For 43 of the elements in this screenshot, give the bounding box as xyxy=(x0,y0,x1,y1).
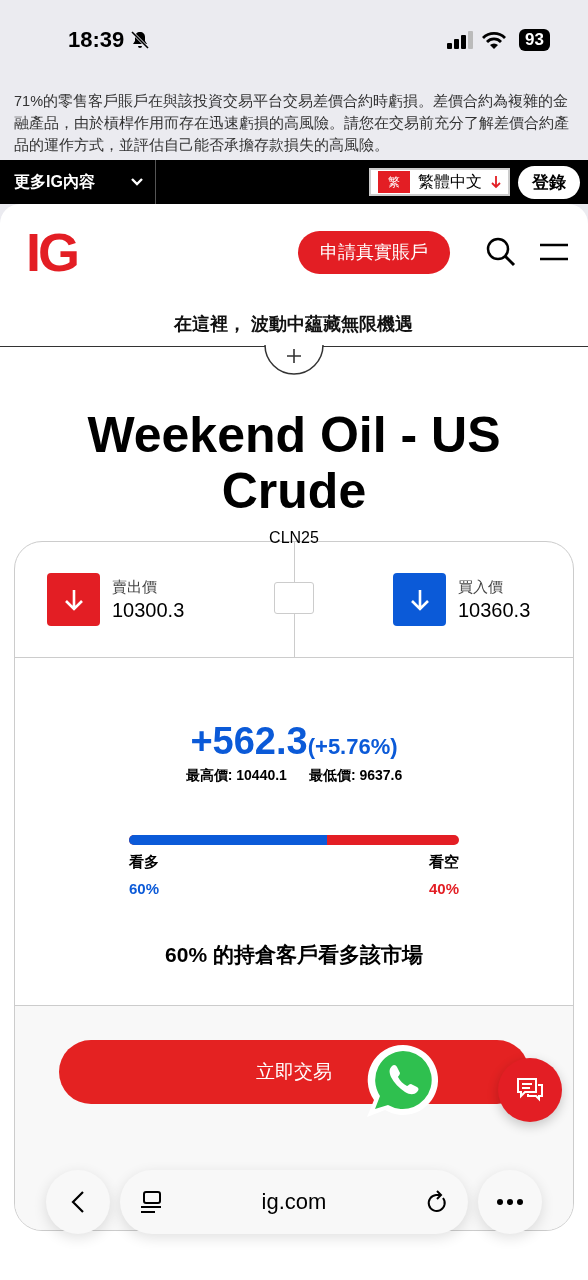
bull-label: 看多 xyxy=(129,853,159,872)
open-account-button[interactable]: 申請真實賬戶 xyxy=(298,230,450,274)
buy-button[interactable] xyxy=(393,573,446,626)
sell-button[interactable] xyxy=(47,573,100,626)
price-label: 賣出價 xyxy=(112,577,158,597)
chevron-down-icon xyxy=(131,178,143,186)
arrow-down-icon xyxy=(62,587,85,612)
low-price: 最低價: 9637.6 xyxy=(308,767,403,785)
arrow-down-icon xyxy=(408,587,431,612)
signal-icon xyxy=(447,31,476,49)
more-icon xyxy=(497,1199,523,1205)
wifi-icon xyxy=(481,31,508,49)
login-button[interactable]: 登錄 xyxy=(518,165,580,199)
search-icon[interactable] xyxy=(486,237,516,267)
language-selector[interactable]: 繁 繁體中文 xyxy=(369,168,510,196)
muted-bell-icon xyxy=(130,30,151,50)
menu-icon[interactable] xyxy=(540,243,568,261)
bull-percent: 60% xyxy=(129,880,160,897)
high-price: 最高價: 10440.1 xyxy=(185,767,287,785)
price-label: 買入價 xyxy=(458,577,504,597)
address-bar[interactable]: ig.com xyxy=(120,1170,468,1234)
clock-time: 18:39 xyxy=(68,27,125,53)
expand-tab-icon[interactable] xyxy=(264,345,324,375)
url-text: ig.com xyxy=(261,1189,327,1215)
risk-disclaimer: 71%的零售客戶賬戶在與該投資交易平台交易差價合約時虧損。差價合約為複雜的金融產品，由於槓桿作用而存在迅速虧損的高風險。請您在交易前充分了解差價合約產品的運作方式，並評估自己能否承擔存款損失的高風險。 xyxy=(14,92,570,155)
price-value: 10360.3 xyxy=(458,598,531,622)
market-code: CLN25 xyxy=(269,529,319,546)
chat-bubbles-icon xyxy=(516,1077,544,1103)
reload-icon[interactable] xyxy=(426,1190,448,1214)
price-value: 10300.3 xyxy=(112,598,185,622)
sentiment-summary: 60% 的持倉客戶看多該市場 xyxy=(164,942,424,968)
chevron-left-icon xyxy=(71,1190,85,1214)
brand-logo[interactable]: IG xyxy=(26,221,77,283)
battery-level: 93 xyxy=(519,29,550,51)
arrow-down-icon xyxy=(490,175,502,189)
language-badge: 繁 xyxy=(378,171,410,193)
tagline: 在這裡， 波動中蘊藏無限機遇 xyxy=(174,314,414,334)
price-change: +562.3 xyxy=(190,720,308,762)
page-menu-icon[interactable] xyxy=(140,1190,162,1214)
market-title: Weekend Oil - US Crude xyxy=(86,407,502,519)
bear-percent: 40% xyxy=(428,880,459,897)
percent-change: (+5.76%) xyxy=(307,734,398,759)
bear-label: 看空 xyxy=(429,853,459,872)
